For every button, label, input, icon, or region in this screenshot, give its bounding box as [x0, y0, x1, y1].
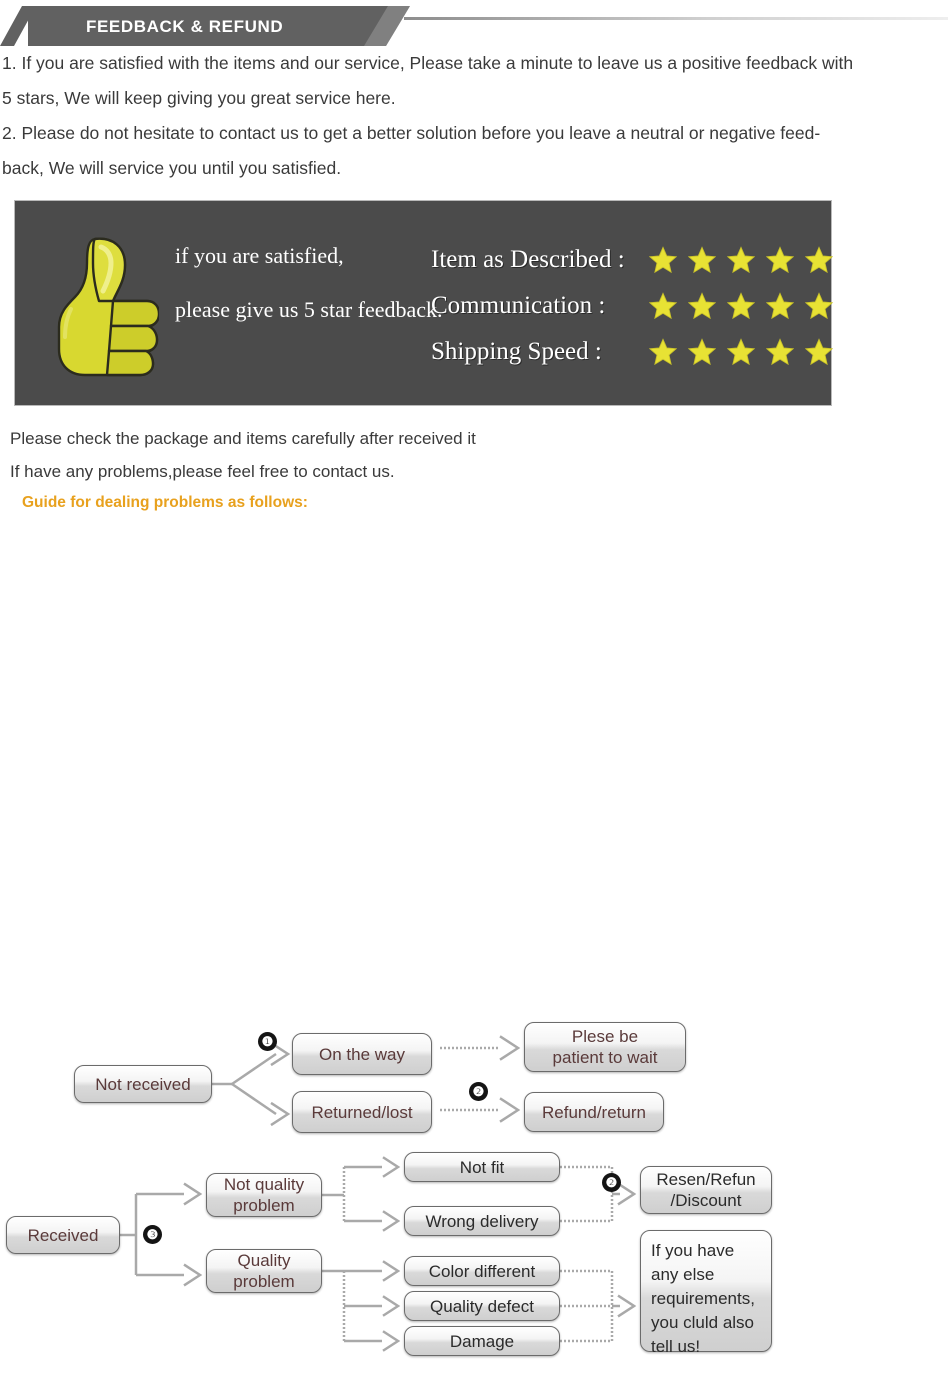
- star-icon: [805, 338, 833, 366]
- badge-two-flow1: ❷: [469, 1082, 488, 1101]
- node-color-different: Color different: [404, 1256, 560, 1286]
- intro-line-1: 1. If you are satisfied with the items a…: [2, 53, 854, 73]
- node-on-the-way: On the way: [292, 1033, 432, 1075]
- star-row-communication: [649, 292, 833, 320]
- header-rule: [404, 17, 948, 20]
- star-row-item-as-described: [649, 246, 833, 274]
- rating-label: Communication :: [431, 292, 606, 319]
- rating-list: Item as Described : Communication : Ship…: [431, 237, 833, 375]
- star-icon: [727, 292, 755, 320]
- rating-row: Shipping Speed :: [431, 329, 833, 375]
- arrow-head-icon: [499, 1097, 521, 1123]
- star-icon: [688, 338, 716, 366]
- five-star-feedback-banner: if you are satisfied, please give us 5 s…: [14, 200, 833, 406]
- intro-text-block: 1. If you are satisfied with the items a…: [0, 46, 948, 186]
- node-returned-lost: Returned/lost: [292, 1091, 432, 1133]
- node-refund-return: Refund/return: [524, 1092, 664, 1132]
- arrow-head-icon: [617, 1182, 637, 1206]
- node-quality-problem: Quality problem: [206, 1249, 322, 1293]
- feedback-slogan: if you are satisfied, please give us 5 s…: [175, 243, 443, 323]
- rating-row: Item as Described :: [431, 237, 833, 283]
- node-resend-refund-discount: Resen/Refun /Discount: [640, 1166, 772, 1214]
- node-please-be-patient: Plese be patient to wait: [524, 1022, 686, 1072]
- star-icon: [805, 292, 833, 320]
- star-icon: [649, 292, 677, 320]
- connector-line: [231, 1052, 277, 1086]
- star-icon: [649, 246, 677, 274]
- arrow-head-icon: [499, 1035, 521, 1061]
- node-not-received: Not received: [74, 1065, 212, 1103]
- arrow-head-icon: [382, 1295, 401, 1317]
- badge-one: ❶: [258, 1032, 277, 1051]
- badge-two-flow2: ❷: [602, 1173, 621, 1192]
- thumbs-up-icon: [51, 231, 161, 381]
- arrow-head-icon: [382, 1260, 401, 1282]
- star-icon: [649, 338, 677, 366]
- star-icon: [688, 246, 716, 274]
- post-banner-notes: Please check the package and items caref…: [10, 422, 948, 518]
- guide-heading: Guide for dealing problems as follows:: [22, 494, 308, 511]
- arrow-head-icon: [183, 1182, 203, 1206]
- intro-line-4: back, We will service you until you sati…: [2, 158, 342, 178]
- badge-three: ❸: [143, 1225, 162, 1244]
- intro-line-2: 5 stars, We will keep giving you great s…: [2, 88, 396, 108]
- node-received: Received: [6, 1216, 120, 1254]
- arrow-head-icon: [617, 1294, 637, 1318]
- intro-line-3: 2. Please do not hesitate to contact us …: [2, 123, 821, 143]
- rating-row: Communication :: [431, 283, 833, 329]
- node-other-requirements: If you have any else requirements, you c…: [640, 1230, 772, 1356]
- star-icon: [766, 292, 794, 320]
- note-contact-us: If have any problems,please feel free to…: [10, 462, 395, 481]
- node-wrong-delivery: Wrong delivery: [404, 1206, 560, 1236]
- arrow-head-icon: [382, 1210, 401, 1232]
- rating-label: Item as Described :: [431, 246, 625, 273]
- star-icon: [727, 246, 755, 274]
- node-damage: Damage: [404, 1326, 560, 1356]
- star-icon: [766, 246, 794, 274]
- feedback-slogan-line-1: if you are satisfied,: [175, 243, 344, 268]
- arrow-head-icon: [382, 1330, 401, 1352]
- arrow-head-icon: [270, 1101, 291, 1127]
- star-icon: [727, 338, 755, 366]
- note-check-package: Please check the package and items caref…: [10, 429, 476, 448]
- arrow-head-icon: [382, 1156, 401, 1178]
- node-not-fit: Not fit: [404, 1152, 560, 1182]
- star-icon: [805, 246, 833, 274]
- star-icon: [766, 338, 794, 366]
- node-not-quality-problem: Not quality problem: [206, 1173, 322, 1217]
- connector-line: [231, 1082, 277, 1116]
- node-quality-defect: Quality defect: [404, 1291, 560, 1321]
- arrow-head-icon: [183, 1263, 203, 1287]
- star-icon: [688, 292, 716, 320]
- rating-label: Shipping Speed :: [431, 338, 602, 365]
- feedback-slogan-line-2: please give us 5 star feedback.: [175, 297, 443, 322]
- star-row-shipping-speed: [649, 338, 833, 366]
- feedback-header-banner: FEEDBACK & REFUND: [0, 0, 948, 46]
- page-title: FEEDBACK & REFUND: [86, 17, 284, 36]
